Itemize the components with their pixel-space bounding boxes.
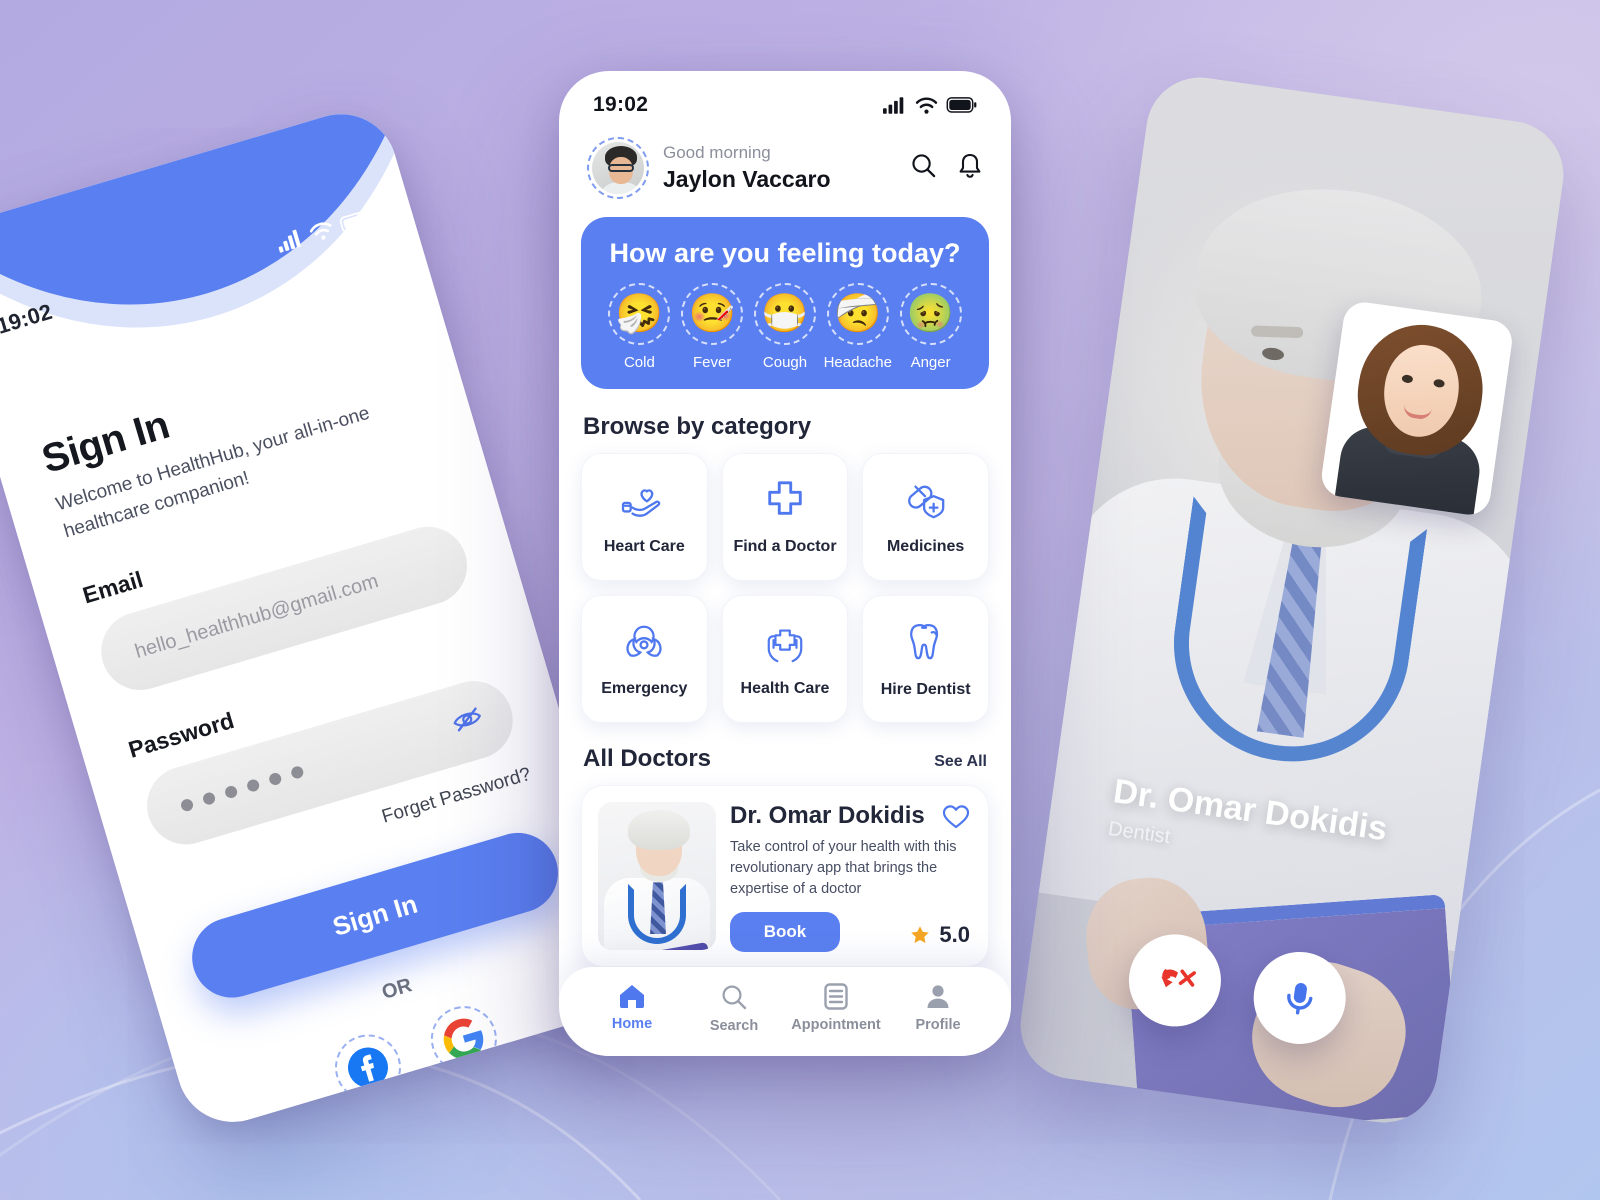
category-grid: Heart Care Find a Doctor Medicines Emerg… (559, 441, 1011, 724)
signal-icon (883, 96, 904, 114)
mood-selector-card: How are you feeling today? 🤧 Cold 🤒 Feve… (581, 217, 989, 402)
category-emergency[interactable]: Emergency (581, 595, 708, 724)
biohazard-icon (622, 621, 666, 668)
tab-appointment[interactable]: Appointment (789, 983, 883, 1034)
avatar[interactable] (587, 137, 649, 199)
mood-label: Cough (762, 354, 808, 372)
category-hire-dentist[interactable]: Hire Dentist (862, 595, 989, 724)
rating-value: 5.0 (939, 922, 970, 947)
battery-icon (339, 210, 372, 233)
doctor-description: Take control of your health with this re… (730, 839, 957, 898)
tooth-icon (906, 620, 946, 669)
search-icon (722, 985, 747, 1010)
doctor-name: Dr. Omar Dokidis (730, 802, 925, 830)
mood-label: Cold (623, 354, 655, 372)
category-label: Emergency (601, 679, 688, 697)
pill-shield-icon (904, 479, 948, 526)
category-label: Medicines (886, 537, 965, 555)
category-label: Health Care (740, 679, 830, 697)
phone-hangup-icon (1161, 968, 1196, 988)
bell-icon[interactable] (957, 152, 983, 185)
doctor-card[interactable]: Dr. Omar Dokidis Take control of your he… (581, 785, 989, 967)
mood-label: Headache (823, 354, 892, 372)
person-icon (927, 985, 949, 1008)
category-find-a-doctor[interactable]: Find a Doctor (721, 453, 849, 582)
doctors-section-header: All Doctors See All (559, 723, 1011, 773)
greeting-text: Good morning (663, 142, 771, 162)
phone-home-screen: 19:02 Good morning Jaylon Vaccaro How ar… (559, 71, 1011, 1056)
book-button[interactable]: Book (730, 912, 840, 953)
home-status-bar: 19:02 (559, 71, 1011, 123)
mood-card-title: How are you feeling today? (609, 238, 961, 268)
battery-icon (946, 97, 977, 113)
mood-option-fever[interactable]: 🤒 Fever (676, 283, 749, 371)
cold-emoji-icon: 🤧 (615, 293, 664, 336)
google-icon (443, 1018, 484, 1060)
category-label: Hire Dentist (880, 680, 971, 698)
tab-label: Profile (915, 1017, 961, 1033)
tab-label: Appointment (791, 1017, 881, 1033)
home-status-time: 19:02 (593, 93, 649, 116)
phone-signin-screen: 19:02 Sign In Welcome to HealthHub, your… (0, 100, 646, 1136)
mood-options-row: 🤧 Cold 🤒 Fever 😷 Cough 🤕 Headache 🤢 Ange… (597, 283, 973, 371)
tab-search[interactable]: Search (687, 983, 781, 1034)
tab-label: Search (709, 1018, 759, 1034)
category-label: Find a Doctor (733, 537, 837, 555)
self-video-preview[interactable] (1319, 299, 1515, 518)
see-all-link[interactable]: See All (934, 753, 987, 771)
star-icon (911, 926, 930, 943)
list-icon (824, 983, 848, 1010)
cough-emoji-icon: 😷 (761, 293, 809, 336)
categories-section-title: Browse by category (583, 413, 812, 441)
microphone-icon (1287, 983, 1313, 1015)
category-heart-care[interactable]: Heart Care (581, 453, 708, 582)
doctor-photo (598, 802, 716, 950)
mood-option-anger[interactable]: 🤢 Anger (894, 283, 967, 371)
facebook-login-button[interactable] (327, 1026, 410, 1109)
facebook-icon (348, 1047, 389, 1088)
toggle-password-visibility-icon[interactable] (450, 705, 486, 739)
doctors-section-title: All Doctors (583, 745, 712, 773)
favorite-heart-icon[interactable] (942, 804, 970, 835)
phone-video-call-screen: Dr. Omar Dokidis Dentist (1013, 70, 1571, 1130)
home-header: Good morning Jaylon Vaccaro (559, 123, 1011, 203)
end-call-button[interactable] (1122, 928, 1227, 1033)
anger-emoji-icon: 🤢 (906, 293, 955, 336)
tab-home[interactable]: Home (585, 983, 679, 1034)
category-label: Heart Care (603, 537, 685, 555)
hands-cross-icon (762, 621, 808, 668)
search-icon[interactable] (910, 152, 937, 184)
medical-cross-icon (764, 479, 806, 526)
bottom-tab-bar: Home Search Appointment Profile (559, 967, 1011, 1056)
signin-status-time: 19:02 (0, 298, 55, 339)
mood-option-cold[interactable]: 🤧 Cold (603, 283, 676, 371)
mood-label: Anger (910, 354, 951, 372)
heart-in-hand-icon (621, 479, 667, 526)
mood-label: Fever (693, 354, 732, 372)
fever-emoji-icon: 🤒 (688, 293, 736, 336)
user-name: Jaylon Vaccaro (663, 166, 831, 193)
category-medicines[interactable]: Medicines (862, 453, 989, 582)
signal-icon (278, 229, 301, 253)
home-icon (620, 985, 644, 1008)
category-health-care[interactable]: Health Care (721, 595, 849, 724)
wifi-icon (309, 222, 332, 240)
doctor-rating: 5.0 (908, 922, 970, 948)
password-masked-value (179, 765, 305, 813)
tab-profile[interactable]: Profile (891, 983, 985, 1034)
headache-emoji-icon: 🤕 (834, 293, 882, 336)
mood-option-headache[interactable]: 🤕 Headache (821, 283, 894, 371)
mood-option-cough[interactable]: 😷 Cough (749, 283, 822, 371)
wifi-icon (915, 97, 938, 114)
tab-label: Home (611, 1016, 653, 1032)
google-login-button[interactable] (422, 998, 505, 1081)
mute-microphone-button[interactable] (1247, 945, 1352, 1050)
